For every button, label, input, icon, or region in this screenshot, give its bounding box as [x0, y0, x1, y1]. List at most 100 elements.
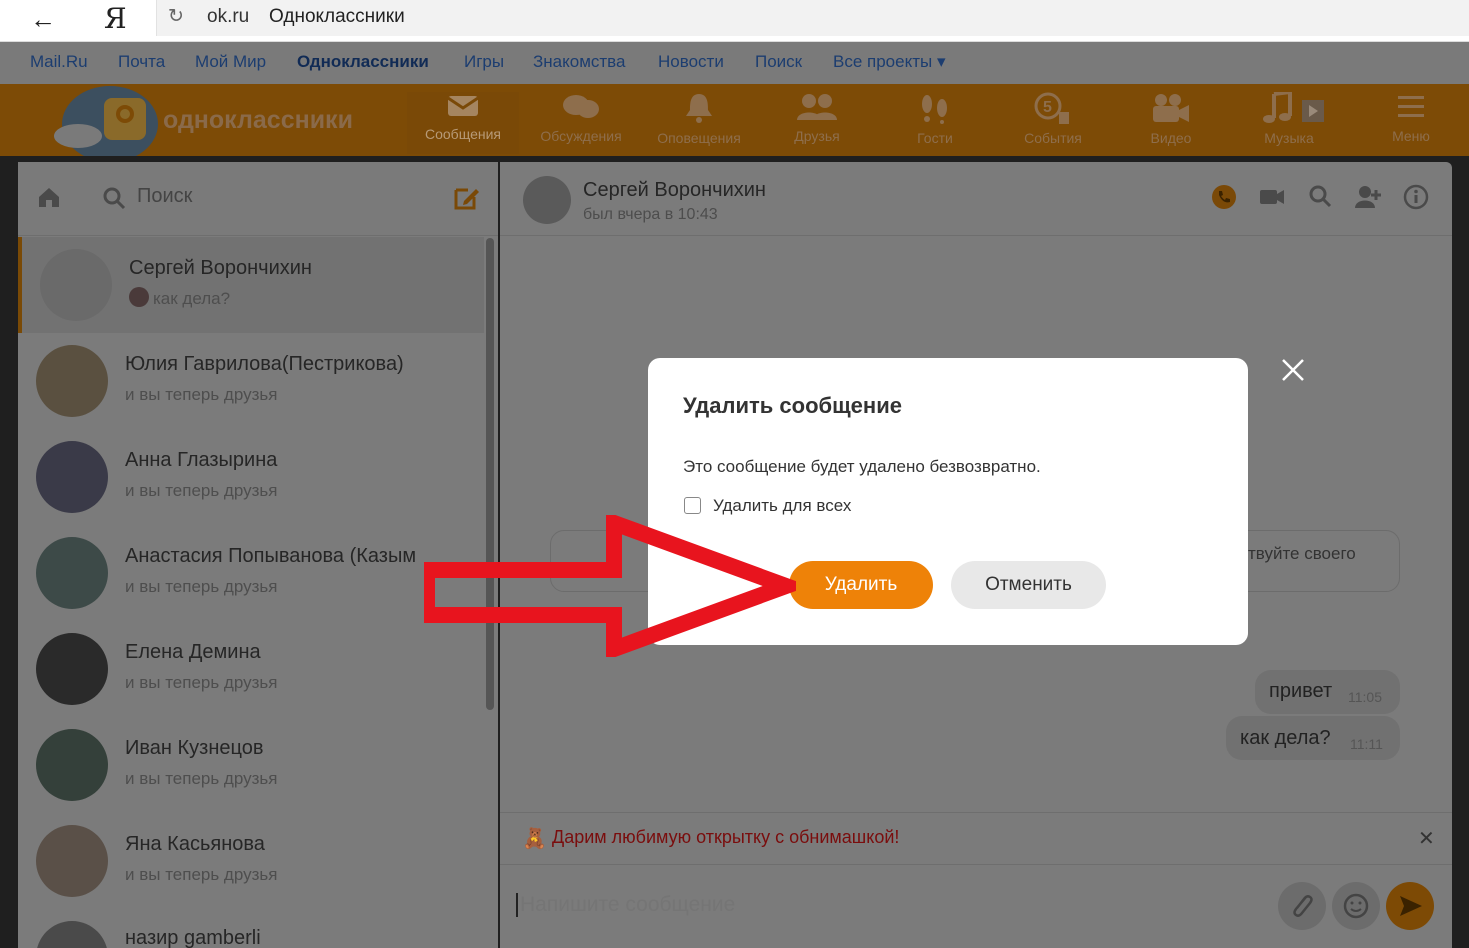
portal-link-mailru[interactable]: Mail.Ru [30, 52, 88, 72]
send-button[interactable] [1386, 882, 1434, 930]
compose-icon[interactable] [452, 184, 480, 212]
message-input[interactable] [516, 893, 1256, 917]
toolbar-label: Сообщения [425, 126, 501, 142]
toolbar-label: Оповещения [657, 130, 741, 146]
portal-link-odnoklassniki[interactable]: Одноклассники [297, 52, 429, 72]
chat-name: Анастасия Попыванова (Казым [125, 545, 417, 567]
home-icon[interactable] [36, 184, 62, 210]
close-modal-icon[interactable] [1273, 350, 1313, 390]
chat-item[interactable]: Сергей Ворончихин как дела? [18, 237, 484, 333]
cancel-button[interactable]: Отменить [951, 561, 1106, 609]
chat-preview: и вы теперь друзья [125, 481, 278, 500]
close-icon[interactable]: ✕ [1418, 826, 1435, 851]
send-icon [1400, 896, 1422, 916]
peer-avatar[interactable] [523, 176, 571, 224]
chat-item[interactable]: Юлия Гаврилова(Пестрикова) и вы теперь д… [18, 333, 484, 429]
avatar [36, 729, 108, 801]
chat-preview: как дела? [153, 289, 231, 308]
back-arrow-icon[interactable]: ← [26, 4, 60, 36]
chat-item[interactable]: Анна Глазырина и вы теперь друзья [18, 429, 484, 525]
message-time: 11:05 [1348, 689, 1382, 705]
chat-name: Сергей Ворончихин [129, 257, 312, 279]
toolbar-guests[interactable]: Гости [879, 92, 991, 154]
avatar [40, 249, 112, 321]
toolbar-label: Гости [917, 130, 953, 146]
portal-link-pochta[interactable]: Почта [118, 52, 165, 72]
info-icon[interactable] [1403, 184, 1429, 210]
toolbar-video[interactable]: Видео [1115, 92, 1227, 154]
chat-preview: и вы теперь друзья [125, 865, 278, 884]
portal-link-znakomstva[interactable]: Знакомства [533, 52, 625, 72]
dialog-title: Удалить сообщение [683, 393, 902, 418]
promo-link[interactable]: Дарим любимую открытку с обнимашкой! [552, 827, 899, 848]
portal-link-moy-mir[interactable]: Мой Мир [195, 52, 266, 72]
chat-item[interactable]: назир gamberli [18, 909, 484, 948]
address-domain[interactable]: ok.ru [207, 6, 249, 28]
paperclip-icon [1293, 895, 1313, 917]
search-icon[interactable] [102, 186, 126, 210]
chat-item[interactable]: Анастасия Попыванова (Казым и вы теперь … [18, 525, 484, 621]
message-time: 11:11 [1350, 736, 1383, 752]
add-user-icon[interactable] [1354, 184, 1382, 210]
toolbar-music[interactable]: Музыка [1233, 92, 1345, 154]
chat-preview: и вы теперь друзья [125, 385, 278, 404]
toolbar-label: Обсуждения [540, 128, 622, 144]
peer-name[interactable]: Сергей Ворончихин [583, 179, 766, 202]
search-input[interactable]: Поиск [137, 185, 192, 208]
toolbar-label: События [1024, 130, 1082, 146]
phone-call-icon[interactable] [1211, 184, 1237, 210]
delete-button[interactable]: Удалить [789, 561, 933, 609]
attach-button[interactable] [1278, 882, 1326, 930]
avatar [36, 825, 108, 897]
footprints-icon [922, 95, 947, 124]
video-camera-icon [1153, 94, 1189, 122]
toolbar-events[interactable]: 5 События [997, 92, 1109, 154]
friends-icon [797, 94, 837, 120]
events-badge: 5 [1043, 99, 1052, 116]
envelope-icon [447, 96, 479, 116]
toolbar-messages[interactable]: Сообщения [407, 92, 519, 154]
dialog-body-text: Это сообщение будет удалено безвозвратно… [683, 457, 1041, 476]
sender-avatar [129, 287, 149, 307]
chat-preview: и вы теперь друзья [125, 769, 278, 788]
toolbar-discussions[interactable]: Обсуждения [525, 92, 637, 154]
portal-link-all-projects[interactable]: Все проекты ▾ [833, 52, 945, 72]
ok-logo-icon[interactable] [52, 84, 172, 156]
chat-bubbles-icon [563, 95, 599, 118]
chat-name: Яна Касьянова [125, 833, 265, 855]
page-title: Одноклассники [269, 6, 405, 27]
toolbar-notifications[interactable]: Оповещения [643, 92, 755, 154]
delete-for-all-checkbox[interactable] [684, 497, 701, 514]
toolbar-menu[interactable]: Меню [1355, 92, 1467, 154]
music-note-icon [1263, 92, 1324, 123]
chat-item[interactable]: Иван Кузнецов и вы теперь друзья [18, 717, 484, 813]
yandex-logo[interactable]: Я [104, 2, 127, 36]
portal-link-igry[interactable]: Игры [464, 52, 504, 72]
ok-logo-text[interactable]: одноклассники [163, 106, 353, 135]
avatar [36, 921, 108, 948]
video-call-icon[interactable] [1258, 184, 1286, 210]
emoji-button[interactable] [1332, 882, 1380, 930]
system-message-text: твуйте своего [1248, 544, 1356, 563]
chat-item[interactable]: Елена Демина и вы теперь друзья [18, 621, 484, 717]
delete-for-all-label[interactable]: Удалить для всех [713, 496, 851, 516]
toolbar-friends[interactable]: Друзья [761, 92, 873, 154]
avatar [36, 441, 108, 513]
search-icon[interactable] [1308, 184, 1332, 208]
chat-name: Анна Глазырина [125, 449, 278, 471]
avatar [36, 345, 108, 417]
toolbar-label: Друзья [794, 128, 840, 144]
portal-link-novosti[interactable]: Новости [658, 52, 724, 72]
avatar [36, 633, 108, 705]
reload-icon[interactable]: ↻ [168, 5, 184, 28]
avatar [36, 537, 108, 609]
bell-icon [686, 94, 712, 123]
portal-link-poisk[interactable]: Поиск [755, 52, 802, 72]
message-text: как дела? [1240, 727, 1331, 749]
toolbar-label: Меню [1392, 128, 1430, 144]
chat-preview: и вы теперь друзья [125, 673, 278, 692]
chat-list-header [18, 162, 498, 236]
teddy-bear-icon: 🧸 [522, 828, 547, 850]
chat-item[interactable]: Яна Касьянова и вы теперь друзья [18, 813, 484, 909]
toolbar-label: Музыка [1264, 130, 1314, 146]
